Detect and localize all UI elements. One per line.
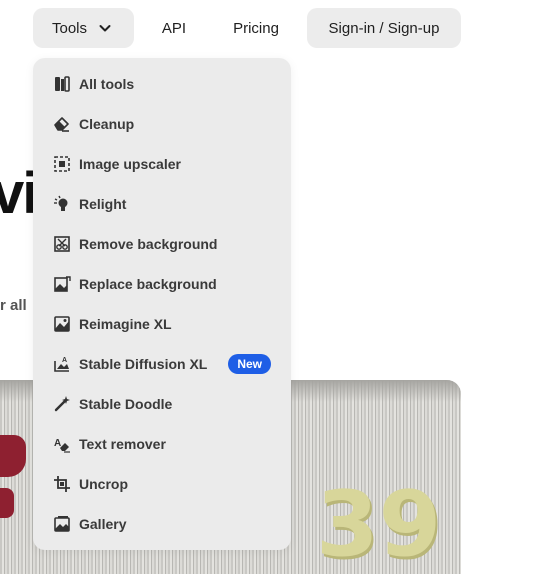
menu-item-label: Uncrop [79,476,128,492]
crop-icon [53,475,71,493]
menu-item-uncrop[interactable]: Uncrop [33,464,291,504]
tools-dropdown-button[interactable]: Tools [33,8,134,48]
menu-item-label: Relight [79,196,127,212]
chevron-down-icon [97,20,113,36]
pricing-link[interactable]: Pricing [222,8,290,48]
menu-item-remove-background[interactable]: Remove background [33,224,291,264]
menu-item-image-upscaler[interactable]: Image upscaler [33,144,291,184]
menu-item-text-remover[interactable]: A Text remover [33,424,291,464]
menu-item-label: Remove background [79,236,218,252]
replace-background-icon [53,275,71,293]
menu-item-label: Gallery [79,516,127,532]
menu-item-label: Image upscaler [79,156,181,172]
menu-item-stable-doodle[interactable]: Stable Doodle [33,384,291,424]
menu-item-replace-background[interactable]: Replace background [33,264,291,304]
tools-label: Tools [52,19,88,37]
svg-text:A: A [54,438,61,449]
all-tools-icon [53,75,71,93]
magic-wand-icon [53,395,71,413]
menu-item-label: Replace background [79,276,217,292]
api-link[interactable]: API [150,8,198,48]
signin-signup-button[interactable]: Sign-in / Sign-up [307,8,461,48]
menu-item-label: Cleanup [79,116,135,132]
lightbulb-icon [53,195,71,213]
menu-item-label: Reimagine XL [79,316,172,332]
page: vi r all 39 Tools API Pricing Sign-in / … [0,0,547,574]
text-remove-icon: A [53,435,71,453]
new-badge: New [228,354,272,374]
hero-subtitle: r all [0,297,27,314]
image-icon [53,315,71,333]
image-number: 39 [316,472,442,574]
menu-item-gallery[interactable]: Gallery [33,504,291,544]
hero-title: vi [0,161,38,226]
eraser-icon [53,115,71,133]
image-red-shape [0,435,26,477]
menu-item-stable-diffusion-xl[interactable]: A Stable Diffusion XL New [33,344,291,384]
remove-background-icon [53,235,71,253]
upscale-icon [53,155,71,173]
menu-item-cleanup[interactable]: Cleanup [33,104,291,144]
menu-item-label: Stable Doodle [79,396,173,412]
menu-item-label: All tools [79,76,135,92]
gallery-icon [53,515,71,533]
menu-item-all-tools[interactable]: All tools [33,64,291,104]
menu-item-relight[interactable]: Relight [33,184,291,224]
text-to-image-icon: A [53,355,71,373]
menu-item-label: Text remover [79,436,166,452]
tools-menu: All tools Cleanup Image upscaler Relight [33,58,291,550]
svg-text:A: A [62,357,67,364]
menu-item-label: Stable Diffusion XL [79,356,208,372]
menu-item-reimagine-xl[interactable]: Reimagine XL [33,304,291,344]
image-red-shape-2 [0,488,14,518]
